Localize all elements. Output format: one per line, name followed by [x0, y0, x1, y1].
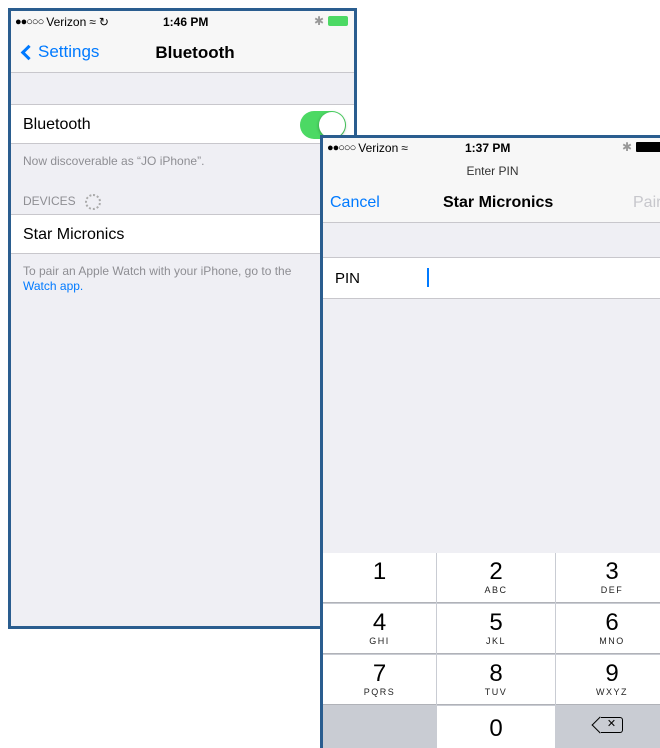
- key-6[interactable]: 6 MNO: [556, 604, 660, 654]
- wifi-icon: ≈: [89, 15, 96, 29]
- sync-icon: ↻: [98, 15, 109, 29]
- carrier-label: Verizon: [358, 141, 399, 155]
- key-letters: DEF: [600, 585, 624, 595]
- battery-icon: [636, 142, 660, 152]
- footer-text: To pair an Apple Watch with your iPhone,…: [23, 264, 292, 278]
- key-digit: 2: [489, 558, 503, 585]
- signal-icon: ●●○○○: [15, 16, 44, 28]
- watch-app-link[interactable]: Watch app.: [23, 279, 83, 293]
- key-digit: 6: [605, 609, 619, 636]
- enter-pin-screen: ●●○○○ Verizon ≈ 1:37 PM ✱ Enter PIN Canc…: [320, 135, 660, 748]
- key-5[interactable]: 5 JKL: [437, 604, 555, 654]
- key-3[interactable]: 3 DEF: [556, 553, 660, 603]
- key-letters: JKL: [485, 636, 506, 646]
- pin-input[interactable]: [423, 264, 653, 292]
- key-digit: 8: [489, 660, 503, 687]
- cancel-button[interactable]: Cancel: [330, 194, 380, 212]
- prompt-text: Enter PIN: [466, 164, 519, 178]
- bluetooth-settings-screen: ●●○○○ Verizon ≈ ↻ 1:46 PM ✱ Settings Blu…: [8, 8, 357, 629]
- key-2[interactable]: 2 ABC: [437, 553, 555, 603]
- page-title: Bluetooth: [155, 43, 235, 62]
- wifi-icon: ≈: [401, 141, 408, 155]
- battery-icon: [328, 16, 348, 26]
- pin-label: PIN: [335, 270, 361, 287]
- key-digit: 4: [372, 609, 387, 636]
- bluetooth-row: Bluetooth: [11, 104, 354, 144]
- status-bar: ●●○○○ Verizon ≈ ↻ 1:46 PM ✱: [11, 11, 354, 33]
- bluetooth-row-label: Bluetooth: [23, 116, 91, 133]
- status-bar: ●●○○○ Verizon ≈ 1:37 PM ✱: [323, 138, 660, 158]
- navigation-bar: Enter PIN Cancel Star Micronics Pair: [323, 158, 660, 223]
- device-name: Star Micronics: [23, 226, 125, 243]
- key-digit: 7: [372, 660, 387, 687]
- key-letters: WXYZ: [596, 687, 628, 697]
- key-1[interactable]: 1: [323, 553, 436, 603]
- key-blank: [323, 706, 436, 748]
- key-letters: PQRS: [363, 687, 396, 697]
- key-4[interactable]: 4 GHI: [323, 604, 436, 654]
- status-time: 1:37 PM: [465, 141, 511, 155]
- delete-key[interactable]: ✕: [556, 706, 660, 748]
- backspace-icon: ✕: [601, 717, 623, 733]
- discoverable-text: Now discoverable as “JO iPhone”.: [23, 154, 205, 168]
- key-digit: 3: [605, 558, 619, 585]
- signal-icon: ●●○○○: [327, 142, 356, 154]
- apple-watch-footer: To pair an Apple Watch with your iPhone,…: [23, 264, 323, 294]
- bluetooth-icon: ✱: [313, 14, 324, 28]
- carrier-label: Verizon: [46, 15, 87, 29]
- loading-spinner-icon: [85, 194, 102, 210]
- key-8[interactable]: 8 TUV: [437, 655, 555, 705]
- status-time: 1:46 PM: [163, 15, 209, 29]
- key-7[interactable]: 7 PQRS: [323, 655, 436, 705]
- key-digit: 9: [605, 660, 619, 687]
- navigation-bar: Settings Bluetooth: [11, 33, 354, 73]
- page-title: Star Micronics: [443, 194, 554, 211]
- key-0[interactable]: 0: [437, 706, 555, 748]
- pair-button[interactable]: Pair: [633, 194, 660, 212]
- text-cursor: [427, 268, 429, 287]
- key-letters: GHI: [369, 636, 390, 646]
- device-row-star-micronics[interactable]: Star Micronics: [11, 214, 354, 254]
- key-letters: MNO: [599, 636, 625, 646]
- key-digit: 0: [489, 715, 503, 742]
- devices-header: DEVICES: [23, 194, 102, 210]
- key-digit: 5: [489, 609, 503, 636]
- key-letters: TUV: [484, 687, 508, 697]
- key-letters: ABC: [484, 585, 508, 595]
- devices-header-label: DEVICES: [23, 194, 76, 209]
- numeric-keypad: 1 2 ABC 3 DEF 4 GHI 5 JKL 6 MNO 7 PQRS 8…: [323, 553, 660, 748]
- key-9[interactable]: 9 WXYZ: [556, 655, 660, 705]
- bluetooth-icon: ✱: [621, 140, 632, 154]
- key-digit: 1: [372, 558, 387, 585]
- pin-row: PIN: [323, 257, 660, 299]
